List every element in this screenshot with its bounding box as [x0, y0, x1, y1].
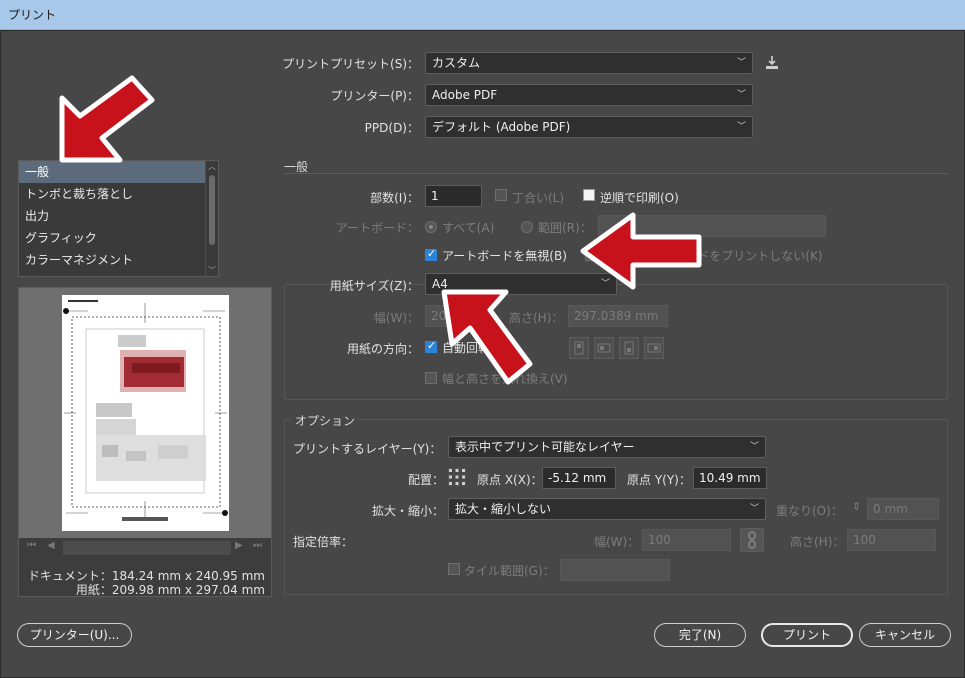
preset-label: プリントプリセット(S)： — [282, 57, 419, 71]
collate-checkbox[interactable] — [495, 189, 507, 201]
first-page-icon[interactable]: ⏮ — [27, 540, 36, 551]
save-preset-icon[interactable] — [763, 54, 781, 72]
preset-select[interactable]: カスタム ﹀ — [425, 52, 753, 74]
page-scrollbar[interactable] — [63, 541, 231, 555]
cancel-button[interactable]: キャンセル — [859, 623, 951, 647]
done-button[interactable]: 完了(N) — [654, 623, 746, 647]
paper-size: 用紙：209.98 mm x 297.04 mm — [75, 583, 265, 597]
link-constrain-icon[interactable] — [740, 528, 764, 552]
list-scrollbar[interactable]: ︿ ﹀ — [205, 161, 218, 276]
print-button[interactable]: プリント — [761, 623, 853, 647]
media-size-label: 用紙サイズ(Z)： — [329, 279, 419, 293]
divider — [284, 173, 948, 174]
chevron-down-icon: ﹀ — [749, 504, 759, 514]
artboard-label: アートボード： — [335, 221, 419, 235]
origin-x-label: 原点 X(X)： — [477, 473, 543, 487]
artboard-range-radio[interactable] — [521, 221, 533, 233]
reverse-order-checkbox[interactable] — [583, 189, 595, 201]
category-item-marks-bleed[interactable]: トンボと裁ち落とし — [19, 183, 218, 205]
layers-label: プリントするレイヤー(Y)： — [293, 442, 442, 456]
landscape-orientation-icon[interactable] — [594, 337, 614, 359]
layers-value: 表示中でプリント可能なレイヤー — [455, 440, 635, 454]
chevron-down-icon: ﹀ — [736, 58, 746, 68]
origin-y-label: 原点 Y(Y)： — [627, 473, 691, 487]
window-title: プリント — [0, 0, 965, 30]
overlap-label: 重なり(O)： — [776, 504, 843, 518]
category-item-advanced[interactable]: 詳細 — [19, 271, 218, 276]
annotation-arrow-icon — [59, 75, 155, 163]
reverse-order-label: 逆順で印刷(O) — [600, 191, 679, 205]
printer-settings-button[interactable]: プリンター(U)... — [17, 623, 132, 647]
collate-label: 丁合い(L) — [512, 191, 565, 205]
orientation-label: 用紙の方向： — [346, 342, 419, 356]
overlap-input[interactable]: 0 mm — [867, 498, 939, 520]
portrait-flipped-icon[interactable] — [619, 337, 639, 359]
scaling-label: 拡大・縮小： — [371, 504, 444, 518]
scale-width-input[interactable]: 100 — [642, 529, 731, 551]
scaling-value: 拡大・縮小しない — [455, 502, 552, 516]
copies-label: 部数(I)： — [370, 191, 419, 205]
chevron-down-icon: ﹀ — [736, 90, 746, 100]
scale-height-input[interactable]: 100 — [847, 529, 936, 551]
width-label: 幅(W)： — [373, 311, 419, 325]
preview-navigation: ⏮ ◀ ▶ ⏭ — [19, 539, 271, 557]
preview-canvas[interactable] — [19, 288, 271, 538]
scaling-select[interactable]: 拡大・縮小しない ﹀ — [448, 498, 766, 520]
tile-range-label: タイル範囲(G)： — [464, 564, 555, 578]
height-input[interactable]: 297.0389 mm — [568, 305, 668, 327]
last-page-icon[interactable]: ⏭ — [253, 540, 262, 551]
printer-label: プリンター(P)： — [330, 89, 419, 103]
category-item-color-management[interactable]: カラーマネジメント — [19, 249, 218, 271]
ignore-artboards-checkbox[interactable] — [425, 247, 437, 261]
preset-value: カスタム — [432, 56, 481, 70]
print-preview: ⏮ ◀ ▶ ⏭ ドキュメント：184.24 mm x 240.95 mm 用紙：… — [18, 287, 272, 597]
landscape-flipped-icon[interactable] — [644, 337, 664, 359]
preview-page — [62, 295, 229, 531]
portrait-orientation-icon[interactable] — [569, 337, 589, 359]
ppd-select[interactable]: デフォルト (Adobe PDF) ﹀ — [425, 116, 753, 138]
scrollbar-thumb[interactable] — [209, 175, 215, 245]
chevron-down-icon: ﹀ — [736, 122, 746, 132]
artboard-all-label: すべて(A) — [442, 221, 495, 235]
next-page-icon[interactable]: ▶ — [235, 540, 243, 551]
overlap-stepper-icon[interactable]: ⇕ — [852, 500, 861, 513]
prev-page-icon[interactable]: ◀ — [47, 540, 55, 551]
printer-value: Adobe PDF — [432, 88, 498, 102]
category-item-output[interactable]: 出力 — [19, 205, 218, 227]
ppd-label: PPD(D)： — [364, 121, 419, 135]
scale-width-label: 幅(W)： — [594, 535, 640, 549]
ppd-value: デフォルト (Adobe PDF) — [432, 120, 571, 134]
artboard-all-radio[interactable] — [425, 221, 437, 233]
custom-scale-label: 指定倍率： — [293, 535, 354, 549]
tile-range-checkbox[interactable] — [448, 563, 460, 575]
origin-x-input[interactable]: -5.12 mm — [542, 467, 616, 489]
options-section-title: オプション — [291, 412, 360, 429]
annotation-arrow-icon — [441, 289, 533, 385]
placement-grid-icon[interactable] — [447, 467, 467, 487]
scale-height-label: 高さ(H)： — [790, 535, 845, 549]
origin-y-input[interactable]: 10.49 mm — [693, 467, 767, 489]
ignore-artboards-label: アートボードを無視(B) — [442, 249, 567, 263]
layers-select[interactable]: 表示中でプリント可能なレイヤー ﹀ — [448, 436, 766, 458]
copies-input[interactable]: 1 — [425, 185, 482, 207]
chevron-down-icon: ﹀ — [749, 442, 759, 452]
tile-range-input[interactable] — [560, 559, 670, 581]
placement-label: 配置： — [407, 473, 444, 487]
category-item-graphics[interactable]: グラフィック — [19, 227, 218, 249]
scroll-up-icon[interactable]: ︿ — [208, 161, 216, 172]
scroll-down-icon[interactable]: ﹀ — [208, 265, 216, 276]
printer-select[interactable]: Adobe PDF ﹀ — [425, 84, 753, 106]
annotation-arrow-icon — [580, 212, 702, 290]
